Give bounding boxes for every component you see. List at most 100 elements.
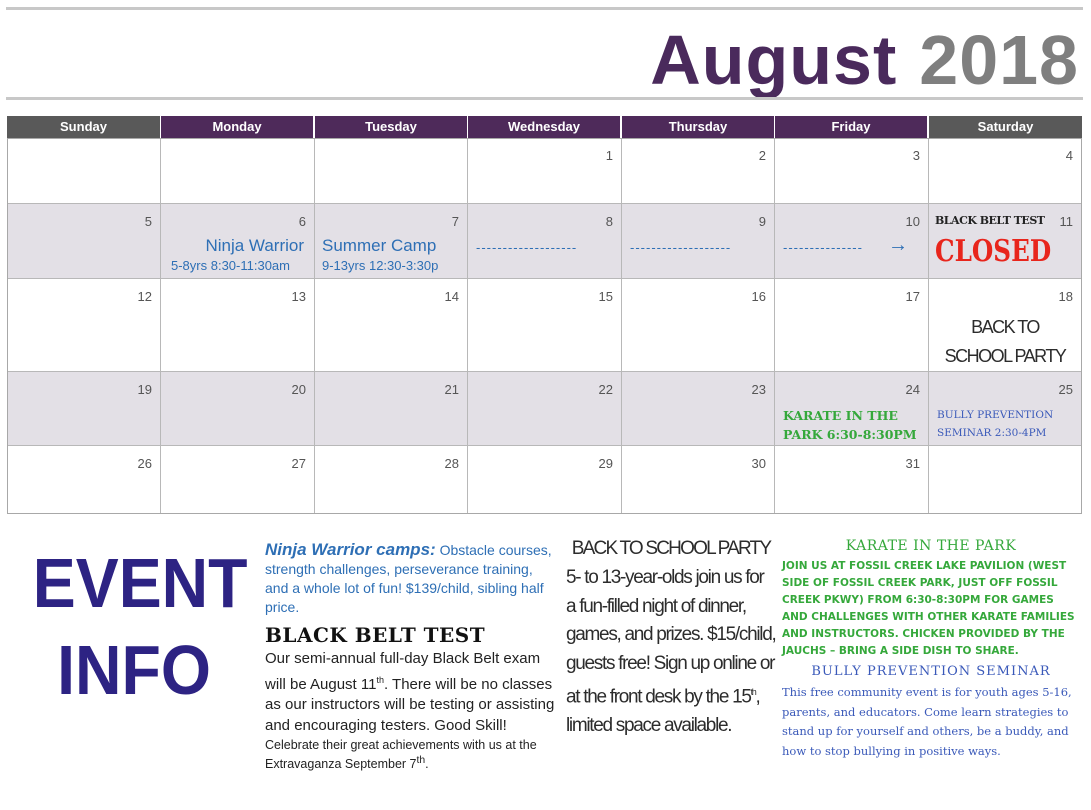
- day-cell: 6 Ninja Warrior 5-8yrs 8:30-11:30am: [161, 204, 315, 279]
- day-cell: [929, 446, 1082, 514]
- summer-camp-detail: 9-13yrs 12:30-3:30p: [322, 258, 439, 273]
- date-number: 17: [905, 289, 920, 304]
- day-header-sunday: Sunday: [7, 116, 160, 138]
- date-number: 14: [444, 289, 459, 304]
- day-header-wednesday: Wednesday: [468, 116, 620, 138]
- date-number: 5: [144, 214, 152, 229]
- summer-camp-event: Summer Camp 9-13yrs 12:30-3:30p: [322, 236, 461, 273]
- event-info-column-2: BACK TO SCHOOL PARTY 5- to 13-year-olds …: [566, 538, 777, 740]
- black-belt-test-label: BLACK BELT TEST: [935, 214, 1045, 227]
- date-number: 20: [291, 382, 306, 397]
- date-number: 4: [1065, 148, 1073, 163]
- date-number: 25: [1058, 382, 1073, 397]
- black-belt-test-body: Our semi-annual full-day Black Belt exam…: [265, 649, 555, 736]
- day-cell: 7 Summer Camp 9-13yrs 12:30-3:30p: [315, 204, 468, 279]
- date-number: 2: [758, 148, 766, 163]
- date-number: 28: [444, 456, 459, 471]
- page-title: August 2018: [650, 22, 1079, 98]
- event-info-column-3: KARATE IN THE PARK JOIN US AT FOSSIL CRE…: [782, 538, 1080, 761]
- day-cell: 5: [7, 204, 161, 279]
- date-number: 30: [751, 456, 766, 471]
- bully-prevention-heading: BULLY PREVENTION SEMINAR: [811, 664, 1051, 679]
- ninja-warrior-detail: 5-8yrs 8:30-11:30am: [171, 258, 290, 273]
- event-info-heading-line1: EVENT: [32, 544, 248, 622]
- ordinal-suffix: th: [376, 674, 384, 685]
- day-cell: 4: [929, 138, 1082, 204]
- day-header-friday: Friday: [775, 116, 927, 138]
- day-cell: 13: [161, 279, 315, 372]
- day-cell: 11 BLACK BELT TEST CLOSED: [929, 204, 1082, 279]
- date-number: 27: [291, 456, 306, 471]
- day-header-tuesday: Tuesday: [315, 116, 467, 138]
- date-number: 24: [905, 382, 920, 397]
- day-header-thursday: Thursday: [622, 116, 774, 138]
- date-number: 13: [291, 289, 306, 304]
- black-belt-test-heading: BLACK BELT TEST: [265, 623, 486, 647]
- date-number: 31: [905, 456, 920, 471]
- continuation-dashes: -------------------: [630, 240, 732, 255]
- arrow-right-icon: →: [888, 234, 908, 256]
- closed-label: CLOSED: [935, 234, 1052, 269]
- date-number: 23: [751, 382, 766, 397]
- day-cell: 16: [622, 279, 775, 372]
- day-header-saturday: Saturday: [929, 116, 1082, 138]
- date-number: 10: [905, 214, 920, 229]
- day-cell: [315, 138, 468, 204]
- title-rule: [6, 97, 1083, 100]
- day-cell: 10 --------------- →: [775, 204, 929, 279]
- date-number: 3: [912, 148, 920, 163]
- day-cell: 1: [468, 138, 622, 204]
- karate-in-the-park-label: KARATE IN THE PARK 6:30-8:30PM: [783, 408, 917, 442]
- date-number: 6: [298, 214, 306, 229]
- day-cell: 31: [775, 446, 929, 514]
- day-cell: 3: [775, 138, 929, 204]
- month-title: August: [650, 21, 898, 99]
- karate-in-the-park-body: JOIN US AT FOSSIL CREEK LAKE PAVILION (W…: [782, 560, 1075, 657]
- bully-prevention-label: BULLY PREVENTION SEMINAR 2:30-4PM: [937, 409, 1054, 439]
- day-cell: 23: [622, 372, 775, 446]
- day-cell: 22: [468, 372, 622, 446]
- day-cell: 17: [775, 279, 929, 372]
- date-number: 8: [605, 214, 613, 229]
- date-number: 21: [444, 382, 459, 397]
- day-cell: 21: [315, 372, 468, 446]
- date-number: 15: [598, 289, 613, 304]
- ninja-warrior-title: Ninja Warrior: [205, 236, 304, 255]
- day-cell: 24 KARATE IN THE PARK 6:30-8:30PM: [775, 372, 929, 446]
- calendar-grid: Sunday Monday Tuesday Wednesday Thursday…: [7, 116, 1082, 514]
- continuation-dashes: ---------------: [783, 240, 863, 255]
- date-number: 7: [451, 214, 459, 229]
- date-number: 16: [751, 289, 766, 304]
- date-number: 1: [605, 148, 613, 163]
- back-to-school-body: 5- to 13-year-olds join us for a fun-fil…: [566, 564, 777, 740]
- extravaganza-note-text: Celebrate their great achievements with …: [265, 738, 537, 772]
- day-cell: 9 -------------------: [622, 204, 775, 279]
- day-cell: 29: [468, 446, 622, 514]
- date-number: 26: [137, 456, 152, 471]
- event-info-heading-line2: INFO: [57, 631, 211, 709]
- bully-prevention-body: This free community event is for youth a…: [782, 685, 1072, 758]
- day-cell: [161, 138, 315, 204]
- top-rule: [6, 7, 1083, 10]
- day-cell: 2: [622, 138, 775, 204]
- date-number: 22: [598, 382, 613, 397]
- summer-camp-title: Summer Camp: [322, 236, 437, 255]
- day-cell: 26: [7, 446, 161, 514]
- day-cell: 19: [7, 372, 161, 446]
- day-cell: 12: [7, 279, 161, 372]
- date-number: 19: [137, 382, 152, 397]
- event-info-column-1: Ninja Warrior camps: Obstacle courses, s…: [265, 540, 555, 772]
- day-header-monday: Monday: [161, 116, 313, 138]
- year-title: 2018: [919, 21, 1079, 99]
- day-cell: [7, 138, 161, 204]
- day-cell: 25 BULLY PREVENTION SEMINAR 2:30-4PM: [929, 372, 1082, 446]
- day-cell: 8 -------------------: [468, 204, 622, 279]
- date-number: 9: [758, 214, 766, 229]
- extravaganza-note: Celebrate their great achievements with …: [265, 738, 555, 772]
- day-cell: 27: [161, 446, 315, 514]
- date-number: 11: [1059, 214, 1074, 229]
- date-number: 18: [1058, 289, 1073, 304]
- day-cell: 28: [315, 446, 468, 514]
- day-cell: 30: [622, 446, 775, 514]
- ninja-warrior-event: Ninja Warrior 5-8yrs 8:30-11:30am: [171, 236, 308, 273]
